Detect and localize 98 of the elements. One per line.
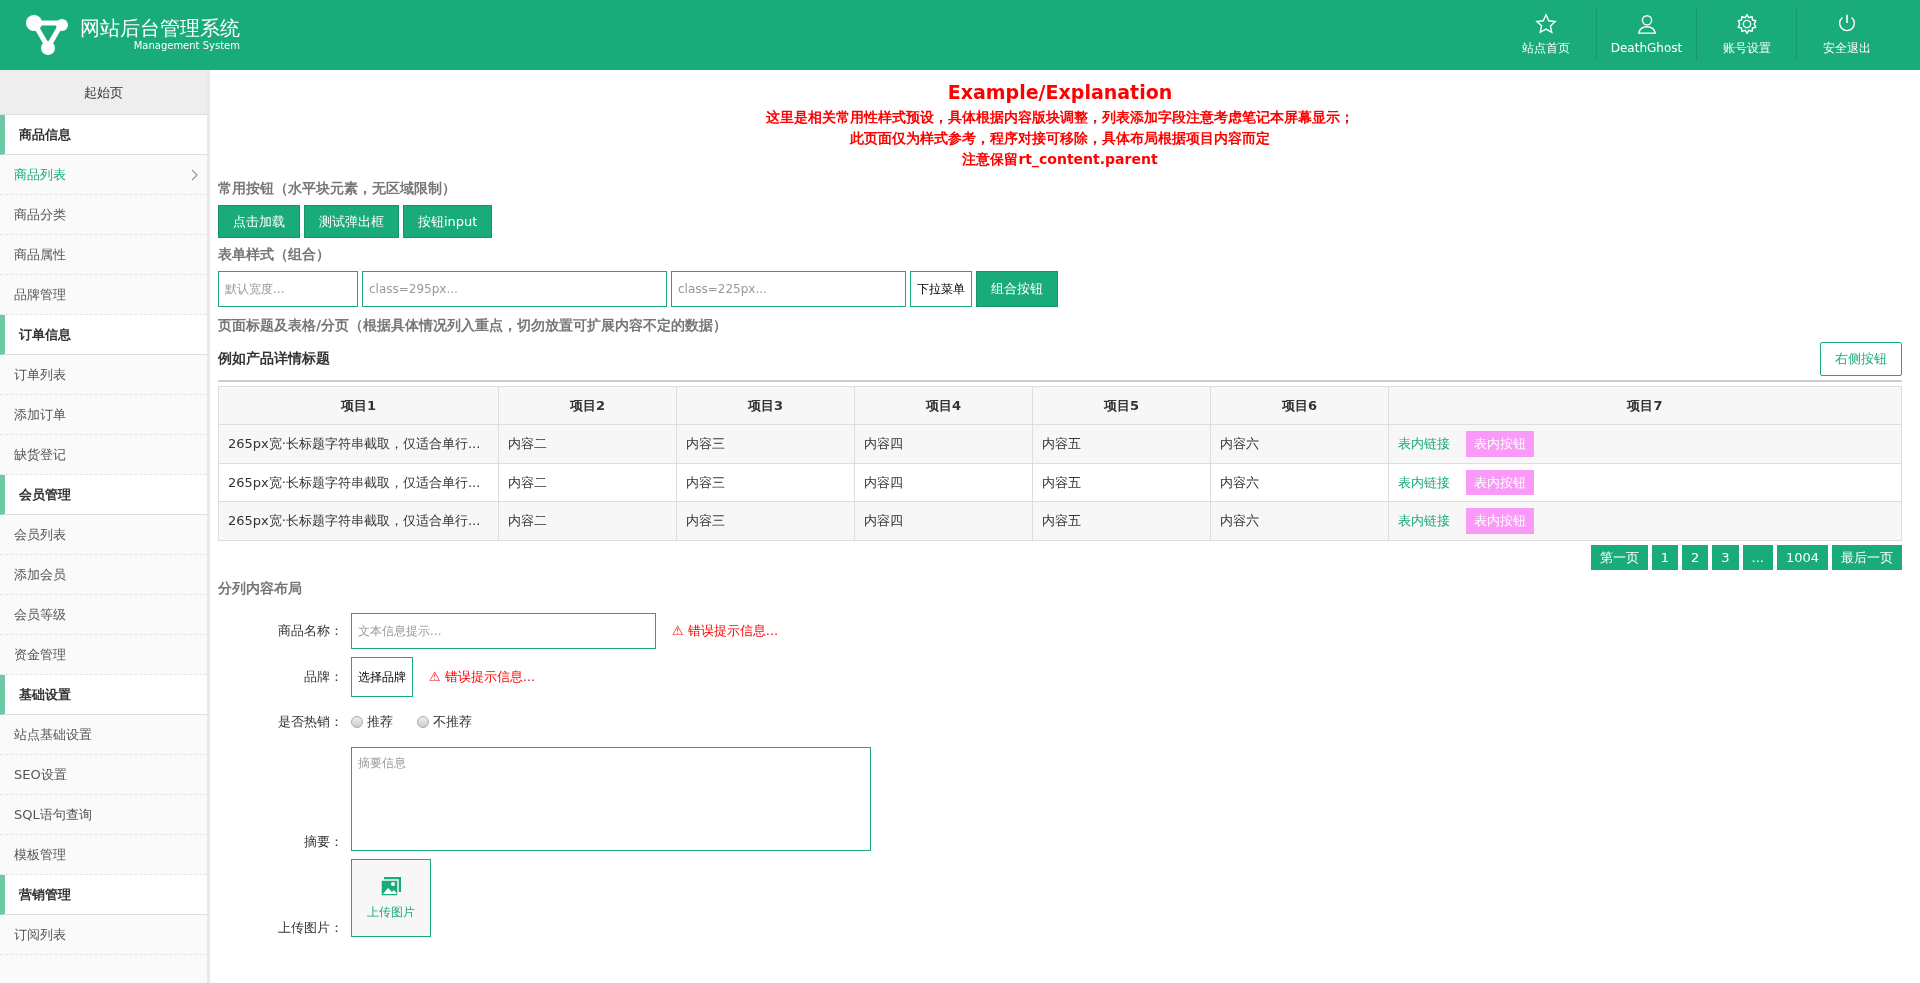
- table-cell: 265px宽·长标题字符串截取，仅适合单行...: [218, 501, 499, 540]
- action-button[interactable]: 点击加载: [218, 204, 300, 238]
- chevron-icon: [191, 168, 199, 181]
- nav-link[interactable]: 安全退出: [1796, 9, 1896, 61]
- table-cell: 内容五: [1032, 463, 1211, 502]
- radio-option[interactable]: 不推荐: [417, 712, 472, 732]
- section-heading: 常用按钮（水平块元素，无区域限制）: [218, 178, 457, 198]
- sidebar-item[interactable]: SQL语句查询: [0, 795, 207, 835]
- table-cell: 内容四: [854, 501, 1033, 540]
- page-button[interactable]: 2: [1681, 544, 1709, 570]
- text-input[interactable]: 默认宽度...: [218, 271, 358, 307]
- page-button[interactable]: 3: [1712, 544, 1739, 570]
- sidebar-item[interactable]: 订阅列表: [0, 915, 207, 955]
- logo-subtitle: Management System: [132, 38, 240, 53]
- table-cell: 内容二: [498, 463, 677, 502]
- notice-title: Example/Explanation: [946, 80, 1174, 105]
- field-label: 商品名称：: [277, 622, 343, 641]
- settings-icon: [1735, 13, 1758, 35]
- notice-text: 注意保留rt_content.parent: [961, 149, 1159, 170]
- field-label: 品牌：: [303, 668, 343, 687]
- section-heading: 分列内容布局: [218, 579, 303, 598]
- sidebar-item[interactable]: 添加会员: [0, 555, 207, 595]
- page-button[interactable]: 1004: [1776, 544, 1828, 570]
- column-header: 项目3: [676, 386, 855, 425]
- sidebar-group-title: 会员管理: [0, 475, 207, 515]
- nav-link[interactable]: DeathGhost: [1596, 9, 1696, 61]
- table-cell: 内容五: [1032, 424, 1211, 463]
- sidebar-item[interactable]: SEO设置: [0, 755, 207, 795]
- user-icon: [1635, 13, 1658, 35]
- combo-button[interactable]: 组合按钮: [976, 271, 1058, 307]
- table-cell: 265px宽·长标题字符串截取，仅适合单行...: [218, 463, 499, 502]
- page-button[interactable]: 1: [1651, 544, 1678, 570]
- table-cell: 内容六: [1210, 424, 1389, 463]
- table-cell: 内容六: [1210, 501, 1389, 540]
- table-cell: 内容二: [498, 424, 677, 463]
- text-input[interactable]: class=225px...: [671, 271, 906, 307]
- table-cell: 内容三: [676, 501, 855, 540]
- action-button[interactable]: 按钮input: [403, 204, 493, 238]
- table-link[interactable]: 表内链接: [1398, 436, 1450, 451]
- table-cell: 内容四: [854, 424, 1033, 463]
- column-header: 项目5: [1032, 386, 1211, 425]
- table-cell: 内容二: [498, 501, 677, 540]
- table-cell: 内容四: [854, 463, 1033, 502]
- radio-option[interactable]: 推荐: [351, 712, 393, 732]
- notice-text: 此页面仅为样式参考，程序对接可移除，具体布局根据项目内容而定: [848, 128, 1271, 148]
- text-input[interactable]: 文本信息提示...: [351, 613, 656, 649]
- image-icon: [379, 875, 403, 899]
- table-button[interactable]: 表内按钮: [1466, 469, 1534, 495]
- action-button[interactable]: 测试弹出框: [304, 204, 399, 238]
- text-input[interactable]: class=295px...: [362, 271, 667, 307]
- nav-link[interactable]: 站点首页: [1496, 9, 1596, 61]
- table-link[interactable]: 表内链接: [1398, 474, 1450, 490]
- sidebar-item[interactable]: 商品属性: [0, 235, 207, 275]
- field-label: 上传图片：: [277, 918, 343, 937]
- section-heading: 表单样式（组合）: [218, 245, 331, 264]
- sidebar-group-title: 商品信息: [0, 115, 207, 155]
- notice-text: 这里是相关常用性样式预设，具体根据内容版块调整，列表添加字段注意考虑笔记本屏幕显示；: [765, 107, 1355, 127]
- sidebar-item[interactable]: 会员列表: [0, 515, 207, 555]
- column-header: 项目1: [218, 386, 499, 425]
- column-header: 项目6: [1210, 386, 1389, 425]
- section-heading: 页面标题及表格/分页（根据具体情况列入重点，切勿放置可扩展内容不定的数据）: [218, 316, 729, 335]
- page-button[interactable]: 第一页: [1590, 544, 1648, 570]
- right-button[interactable]: 右侧按钮: [1820, 342, 1902, 376]
- error-message: ⚠ 错误提示信息...: [429, 668, 536, 687]
- sidebar-group-title: 营销管理: [0, 875, 207, 915]
- table-cell: 内容三: [676, 424, 855, 463]
- sidebar-item[interactable]: 订单列表: [0, 355, 207, 395]
- table-title: 例如产品详情标题: [218, 349, 330, 369]
- start-page-link[interactable]: 起始页: [0, 70, 207, 115]
- page-button[interactable]: 最后一页: [1832, 544, 1902, 570]
- upload-button[interactable]: 上传图片: [351, 859, 431, 937]
- page-button[interactable]: ...: [1742, 544, 1773, 570]
- table-link[interactable]: 表内链接: [1398, 513, 1450, 528]
- star-icon: [1535, 13, 1557, 35]
- select-brand-button[interactable]: 选择品牌: [351, 657, 413, 697]
- sidebar-item[interactable]: 会员等级: [0, 595, 207, 635]
- dropdown-button[interactable]: 下拉菜单: [910, 271, 972, 307]
- sidebar-group-title: 基础设置: [0, 675, 207, 715]
- sidebar-group-title: 订单信息: [0, 315, 207, 355]
- sidebar-item[interactable]: 添加订单: [0, 395, 207, 435]
- logo-title: 网站后台管理系统: [80, 17, 240, 38]
- table-cell: 内容六: [1210, 463, 1389, 502]
- table-cell: 265px宽·长标题字符串截取，仅适合单行...: [218, 424, 499, 463]
- table-button[interactable]: 表内按钮: [1466, 431, 1534, 457]
- field-label: 摘要：: [303, 832, 343, 851]
- summary-textarea[interactable]: 摘要信息: [351, 747, 871, 851]
- sidebar-item[interactable]: 商品分类: [0, 195, 207, 235]
- column-header: 项目2: [498, 386, 677, 425]
- sidebar-item[interactable]: 商品列表: [0, 155, 207, 195]
- nav-link[interactable]: 账号设置: [1696, 9, 1796, 61]
- table-button[interactable]: 表内按钮: [1466, 508, 1534, 534]
- table-cell: 内容三: [676, 463, 855, 502]
- field-label: 是否热销：: [277, 713, 343, 732]
- column-header: 项目4: [854, 386, 1033, 425]
- sidebar-item[interactable]: 站点基础设置: [0, 715, 207, 755]
- column-header: 项目7: [1388, 386, 1902, 425]
- table-cell: 内容五: [1032, 501, 1211, 540]
- error-message: ⚠ 错误提示信息...: [672, 622, 779, 641]
